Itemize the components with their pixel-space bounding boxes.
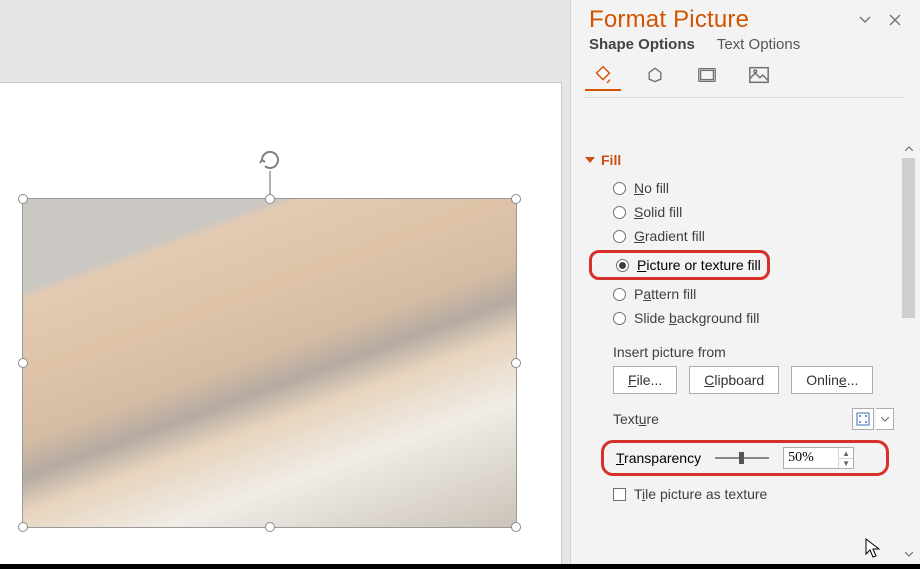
spinner-down[interactable]: ▼: [839, 458, 853, 468]
slide-canvas[interactable]: [0, 82, 562, 569]
pane-options-dropdown[interactable]: [854, 9, 876, 31]
size-properties-icon[interactable]: [689, 61, 725, 91]
radio-label: Picture or texture fill: [637, 257, 761, 273]
pattern-fill-radio[interactable]: Pattern fill: [585, 282, 894, 306]
scroll-up-button[interactable]: [900, 140, 917, 157]
picture-placeholder[interactable]: [22, 198, 517, 528]
resize-handle[interactable]: [18, 358, 28, 368]
texture-dropdown[interactable]: [876, 408, 894, 430]
tab-text-options[interactable]: Text Options: [717, 36, 800, 53]
fill-and-line-icon[interactable]: [585, 61, 621, 91]
radio-icon: [613, 230, 626, 243]
transparency-slider[interactable]: [715, 451, 769, 465]
resize-handle[interactable]: [511, 358, 521, 368]
gradient-fill-radio[interactable]: Gradient fill: [585, 224, 894, 248]
effects-icon[interactable]: [637, 61, 673, 91]
tile-texture-checkbox[interactable]: Tile picture as texture: [585, 476, 894, 502]
radio-label: Solid fill: [634, 204, 682, 220]
format-picture-pane: Format Picture Shape Options Text Option…: [570, 0, 920, 569]
texture-label: Texture: [613, 411, 659, 427]
tab-shape-options[interactable]: Shape Options: [589, 36, 695, 53]
picture-icon[interactable]: [741, 61, 777, 91]
resize-handle[interactable]: [511, 522, 521, 532]
transparency-label: Transparency: [616, 450, 701, 466]
solid-fill-radio[interactable]: Solid fill: [585, 200, 894, 224]
scroll-thumb[interactable]: [902, 158, 915, 318]
collapse-icon: [585, 157, 595, 163]
radio-icon: [613, 182, 626, 195]
resize-handle[interactable]: [265, 194, 275, 204]
radio-label: Pattern fill: [634, 286, 696, 302]
fill-section-header[interactable]: Fill: [585, 152, 894, 176]
insert-from-label: Insert picture from: [585, 330, 894, 366]
rotate-handle[interactable]: [258, 148, 282, 172]
transparency-spinner[interactable]: ▲ ▼: [783, 447, 854, 469]
insert-online-button[interactable]: Online...: [791, 366, 873, 394]
resize-handle[interactable]: [511, 194, 521, 204]
vertical-scrollbar[interactable]: [900, 140, 917, 563]
spinner-up[interactable]: ▲: [839, 448, 853, 458]
picture-fill-radio[interactable]: Picture or texture fill: [589, 250, 770, 280]
resize-handle[interactable]: [18, 522, 28, 532]
bottom-border: [0, 564, 920, 569]
slide-bg-fill-radio[interactable]: Slide background fill: [585, 306, 894, 330]
checkbox-icon: [613, 488, 626, 501]
radio-icon: [613, 206, 626, 219]
checkbox-label: Tile picture as texture: [634, 486, 767, 502]
properties-scroll-area: Fill No fill Solid fill Gradient fill Pi…: [571, 140, 898, 569]
radio-icon: [613, 288, 626, 301]
pane-title: Format Picture: [589, 6, 846, 34]
radio-icon: [616, 259, 629, 272]
divider: [585, 97, 904, 98]
radio-icon: [613, 312, 626, 325]
scroll-down-button[interactable]: [900, 546, 917, 563]
resize-handle[interactable]: [18, 194, 28, 204]
transparency-input[interactable]: [784, 448, 838, 468]
transparency-control: Transparency ▲ ▼: [601, 440, 889, 476]
texture-picker[interactable]: [852, 408, 874, 430]
radio-label: Slide background fill: [634, 310, 759, 326]
radio-label: Gradient fill: [634, 228, 705, 244]
radio-label: No fill: [634, 180, 669, 196]
section-label: Fill: [601, 152, 621, 168]
no-fill-radio[interactable]: No fill: [585, 176, 894, 200]
insert-clipboard-button[interactable]: Clipboard: [689, 366, 779, 394]
insert-file-button[interactable]: File...: [613, 366, 677, 394]
close-icon[interactable]: [884, 9, 906, 31]
resize-handle[interactable]: [265, 522, 275, 532]
